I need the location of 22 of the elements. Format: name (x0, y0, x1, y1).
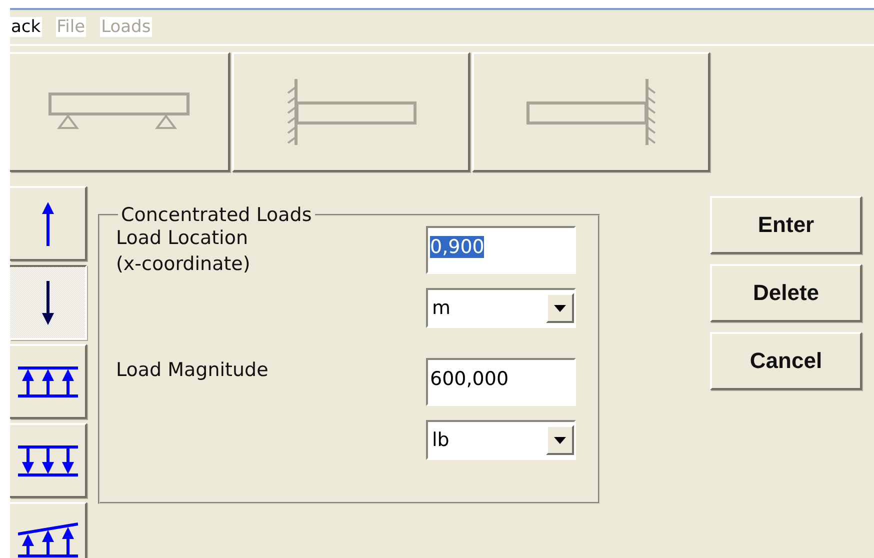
field-label: Load Location (x-coordinate) (116, 226, 252, 277)
load-type-button[interactable] (10, 265, 87, 340)
unit-dropdown[interactable]: m (426, 288, 576, 328)
action-button[interactable]: Delete (710, 264, 862, 322)
action-button[interactable]: Enter (710, 196, 862, 254)
distributed-load-down-icon (18, 444, 78, 476)
field-label: Load Magnitude (116, 358, 270, 383)
caret-icon (554, 436, 566, 444)
support-button[interactable] (472, 52, 710, 172)
menu-item[interactable]: ack (10, 17, 42, 37)
cantilever-beam-icon (524, 79, 658, 145)
distributed-load-up-icon (18, 366, 78, 398)
unit-dropdown[interactable]: lb (426, 420, 576, 460)
caret-icon (554, 304, 566, 312)
input-field[interactable]: 0,900 (426, 226, 576, 274)
action-button[interactable]: Cancel (710, 332, 862, 390)
support-button[interactable] (232, 52, 470, 172)
input-field[interactable]: 600,000 (426, 358, 576, 406)
simple-beam-icon (48, 92, 190, 132)
support-button[interactable] (10, 52, 230, 172)
group-title: Concentrated Loads (120, 204, 313, 226)
linear-load-icon (18, 522, 78, 558)
